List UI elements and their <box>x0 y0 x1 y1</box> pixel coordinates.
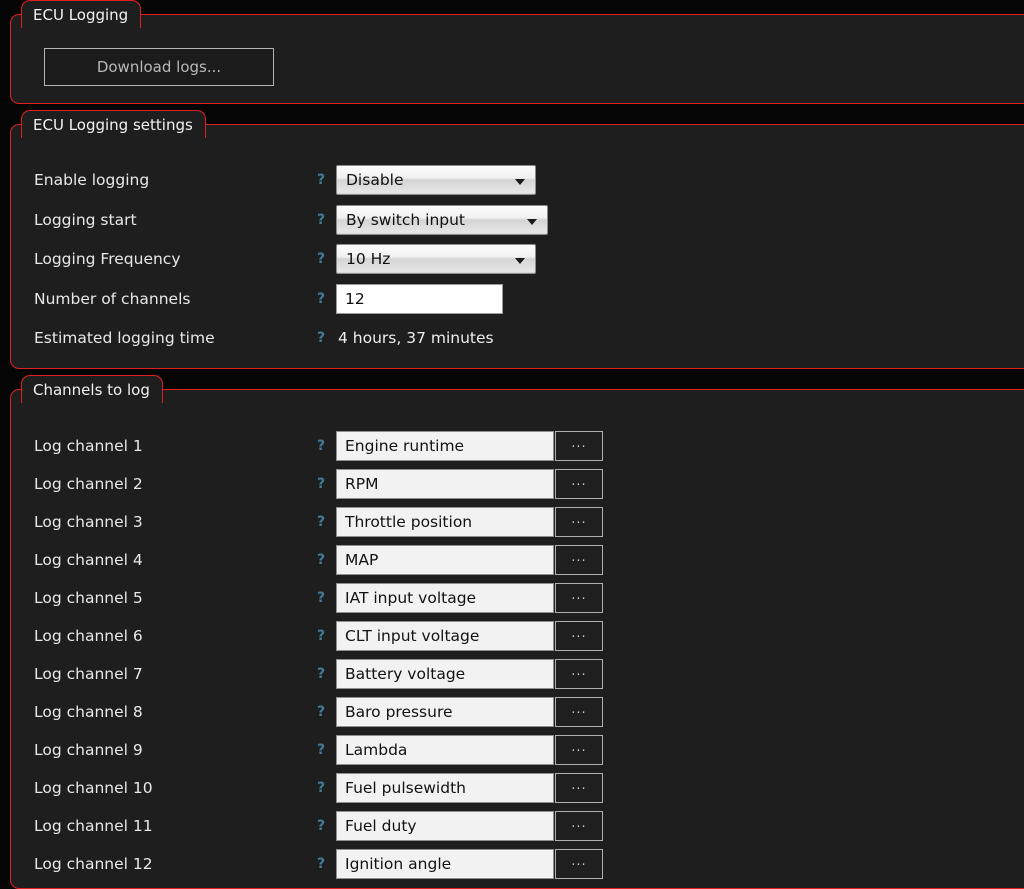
panel-channels-to-log-legend: Channels to log <box>21 375 163 404</box>
help-icon[interactable]: ? <box>317 291 325 307</box>
setting-dropdown-value: 10 Hz <box>346 250 391 268</box>
channel-browse-button[interactable]: ... <box>555 469 603 499</box>
channel-browse-button[interactable]: ... <box>555 773 603 803</box>
help-icon[interactable]: ? <box>317 856 325 872</box>
channel-label: Log channel 10 <box>34 779 153 797</box>
channel-browse-button[interactable]: ... <box>555 811 603 841</box>
channel-value-input[interactable]: Fuel pulsewidth <box>336 773 554 803</box>
channel-value-input[interactable]: Engine runtime <box>336 431 554 461</box>
number-of-channels-input[interactable]: 12 <box>336 283 503 314</box>
help-icon[interactable]: ? <box>317 704 325 720</box>
channel-value-input[interactable]: Baro pressure <box>336 697 554 727</box>
help-icon[interactable]: ? <box>317 818 325 834</box>
setting-label: Logging Frequency <box>34 250 181 268</box>
channel-browse-button[interactable]: ... <box>555 431 603 461</box>
panel-channels-to-log: Channels to log Log channel 1? Engine run… <box>10 375 1024 889</box>
channel-label: Log channel 5 <box>34 589 143 607</box>
setting-dropdown-value: By switch input <box>346 210 466 229</box>
help-icon[interactable]: ? <box>317 514 325 530</box>
help-icon[interactable]: ? <box>317 172 325 188</box>
setting-label: Enable logging <box>34 171 150 189</box>
channel-value-input[interactable]: Throttle position <box>336 507 554 537</box>
channel-label: Log channel 7 <box>34 665 143 683</box>
channel-browse-button[interactable]: ... <box>555 697 603 727</box>
estimated-logging-time-value: 4 hours, 37 minutes <box>338 329 494 347</box>
help-icon[interactable]: ? <box>317 212 325 228</box>
channel-label: Log channel 11 <box>34 817 153 835</box>
channel-value-input[interactable]: RPM <box>336 469 554 499</box>
setting-dropdown[interactable]: 10 Hz <box>336 244 536 274</box>
channel-value-input[interactable]: MAP <box>336 545 554 575</box>
help-icon[interactable]: ? <box>317 666 325 682</box>
help-icon[interactable]: ? <box>317 590 325 606</box>
channel-browse-button[interactable]: ... <box>555 659 603 689</box>
setting-dropdown-value: Disable <box>346 171 404 189</box>
channel-browse-button[interactable]: ... <box>555 849 603 879</box>
help-icon[interactable]: ? <box>317 438 325 454</box>
help-icon[interactable]: ? <box>317 552 325 568</box>
setting-label: Logging start <box>34 210 137 229</box>
chevron-down-icon <box>515 179 525 185</box>
chevron-down-icon <box>527 218 537 225</box>
panel-ecu-logging-legend: ECU Logging <box>21 0 142 29</box>
download-logs-button[interactable]: Download logs... <box>44 48 274 86</box>
panel-ecu-logging: ECU Logging Download logs... <box>10 0 1024 104</box>
panel-logging-settings: ECU Logging settings Enable logging? Disa… <box>10 110 1024 369</box>
channel-browse-button[interactable]: ... <box>555 507 603 537</box>
channel-label: Log channel 3 <box>34 513 143 531</box>
channel-value-input[interactable]: Lambda <box>336 735 554 765</box>
channel-browse-button[interactable]: ... <box>555 583 603 613</box>
channel-value-input[interactable]: Ignition angle <box>336 849 554 879</box>
channel-value-input[interactable]: CLT input voltage <box>336 621 554 651</box>
help-icon[interactable]: ? <box>317 251 325 267</box>
channel-label: Log channel 4 <box>34 551 143 569</box>
help-icon[interactable]: ? <box>317 628 325 644</box>
channel-browse-button[interactable]: ... <box>555 735 603 765</box>
channel-value-input[interactable]: Battery voltage <box>336 659 554 689</box>
channel-label: Log channel 2 <box>34 475 143 493</box>
channel-label: Log channel 9 <box>34 741 143 759</box>
channel-label: Log channel 6 <box>34 627 143 645</box>
help-icon[interactable]: ? <box>317 780 325 796</box>
help-icon[interactable]: ? <box>317 742 325 758</box>
help-icon[interactable]: ? <box>317 330 325 346</box>
channel-browse-button[interactable]: ... <box>555 545 603 575</box>
channel-value-input[interactable]: Fuel duty <box>336 811 554 841</box>
setting-label: Estimated logging time <box>34 329 215 347</box>
setting-dropdown[interactable]: Disable <box>336 165 536 195</box>
channel-label: Log channel 12 <box>34 855 153 873</box>
channel-browse-button[interactable]: ... <box>555 621 603 651</box>
setting-label: Number of channels <box>34 289 191 308</box>
panel-logging-settings-legend: ECU Logging settings <box>21 110 206 139</box>
channel-value-input[interactable]: IAT input voltage <box>336 583 554 613</box>
channel-label: Log channel 1 <box>34 437 143 455</box>
channel-label: Log channel 8 <box>34 703 143 721</box>
chevron-down-icon <box>515 258 525 264</box>
setting-dropdown[interactable]: By switch input <box>336 204 548 235</box>
help-icon[interactable]: ? <box>317 476 325 492</box>
ecu-logging-screen: ECU Logging Download logs... ECU Logging… <box>0 0 1024 889</box>
